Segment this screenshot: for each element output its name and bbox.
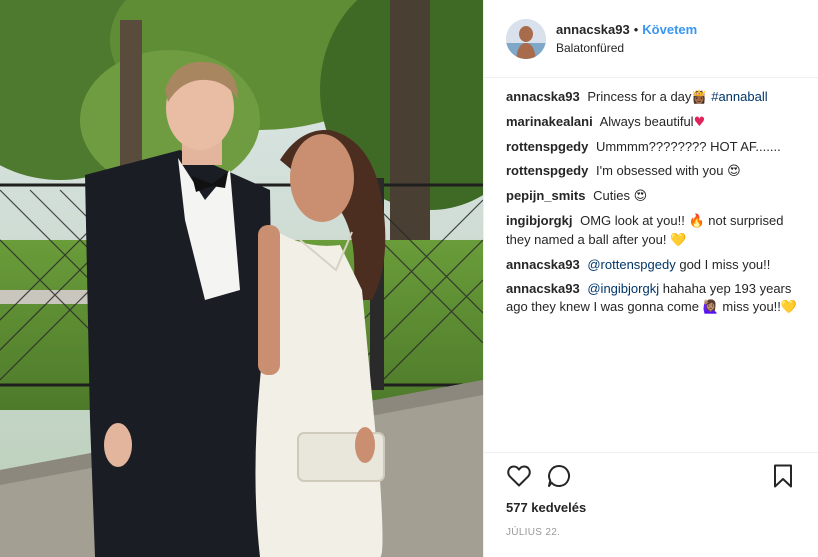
- likes-count[interactable]: 577 kedvelés: [506, 500, 586, 515]
- save-button[interactable]: [770, 463, 796, 489]
- comment-username[interactable]: marinakealani: [506, 114, 593, 129]
- avatar[interactable]: [506, 18, 546, 59]
- comment-text: Princess for a day: [587, 89, 692, 104]
- follow-button[interactable]: Követem: [642, 22, 697, 37]
- comment-username[interactable]: annacska93: [506, 257, 580, 272]
- post-sidebar: annacska93 • Követem Balatonfüred annacska…: [483, 0, 818, 557]
- comment-button[interactable]: [546, 463, 572, 489]
- heart-eyes-emoji-icon: 😍: [633, 189, 648, 204]
- comment-username[interactable]: annacska93: [506, 281, 580, 296]
- comment-text: Cuties: [593, 188, 630, 203]
- comment-item: annacska93 @ingibjorgkj hahaha yep 193 y…: [506, 280, 802, 317]
- comment-item: rottenspgedy Ummmm???????? HOT AF.......: [506, 138, 802, 156]
- like-button[interactable]: [506, 463, 532, 489]
- yellow-heart-emoji-icon: 💛: [780, 300, 798, 315]
- header-username[interactable]: annacska93: [556, 22, 630, 37]
- comment-item: annacska93 Princess for a day👸🏾 #annabal…: [506, 88, 802, 107]
- photo-illustration: [0, 0, 483, 557]
- instagram-post: annacska93 • Követem Balatonfüred annacska…: [0, 0, 818, 557]
- comment-item: ingibjorgkj OMG look at you!! 🔥 not surp…: [506, 212, 802, 250]
- mention-link[interactable]: @ingibjorgkj: [587, 281, 659, 296]
- comment-text: I'm obsessed with you: [595, 163, 724, 178]
- heart-emoji-icon: ♥: [693, 115, 706, 130]
- comment-text: OMG look at you!!: [580, 213, 685, 228]
- bookmark-icon: [774, 464, 792, 487]
- comment-text-continued: miss you!!: [722, 299, 781, 314]
- header-top-row: annacska93 • Követem: [556, 21, 697, 39]
- comment-text: Always beautiful: [599, 114, 694, 129]
- header-text: annacska93 • Követem Balatonfüred: [556, 21, 697, 57]
- comment-text: Ummmm???????? HOT AF.......: [595, 139, 781, 154]
- post-header: annacska93 • Követem Balatonfüred: [484, 0, 818, 78]
- header-separator: •: [633, 21, 639, 37]
- comment-text: god I miss you!!: [679, 257, 771, 272]
- heart-outline-icon: [507, 465, 531, 486]
- comment-username[interactable]: ingibjorgkj: [506, 213, 572, 228]
- comment-item: rottenspgedy I'm obsessed with you 😍: [506, 162, 802, 181]
- comment-item: pepijn_smits Cuties 😍: [506, 187, 802, 206]
- post-photo[interactable]: [0, 0, 483, 557]
- mention-link[interactable]: @rottenspgedy: [587, 257, 675, 272]
- comment-username[interactable]: rottenspgedy: [506, 139, 588, 154]
- comment-username[interactable]: pepijn_smits: [506, 188, 585, 203]
- comment-username[interactable]: annacska93: [506, 89, 580, 104]
- comments-list: annacska93 Princess for a day👸🏾 #annabal…: [484, 78, 818, 448]
- hashtag-link[interactable]: #annaball: [711, 89, 767, 104]
- comment-item: annacska93 @rottenspgedy god I miss you!…: [506, 256, 802, 274]
- comment-item: marinakealani Always beautiful♥: [506, 113, 802, 132]
- comment-username[interactable]: rottenspgedy: [506, 163, 588, 178]
- avatar-image: [506, 18, 546, 59]
- action-bar: [484, 452, 818, 498]
- yellow-heart-emoji-icon: 💛: [670, 233, 687, 248]
- fire-emoji-icon: 🔥: [688, 214, 705, 229]
- raising-hand-emoji-icon: 🙋🏽‍♀: [702, 300, 719, 315]
- location-link[interactable]: Balatonfüred: [556, 39, 697, 57]
- heart-eyes-emoji-icon: 😍: [727, 164, 741, 179]
- princess-emoji-icon: 👸🏾: [691, 90, 708, 105]
- post-date[interactable]: július 22.: [506, 527, 560, 538]
- speech-bubble-icon: [548, 464, 570, 487]
